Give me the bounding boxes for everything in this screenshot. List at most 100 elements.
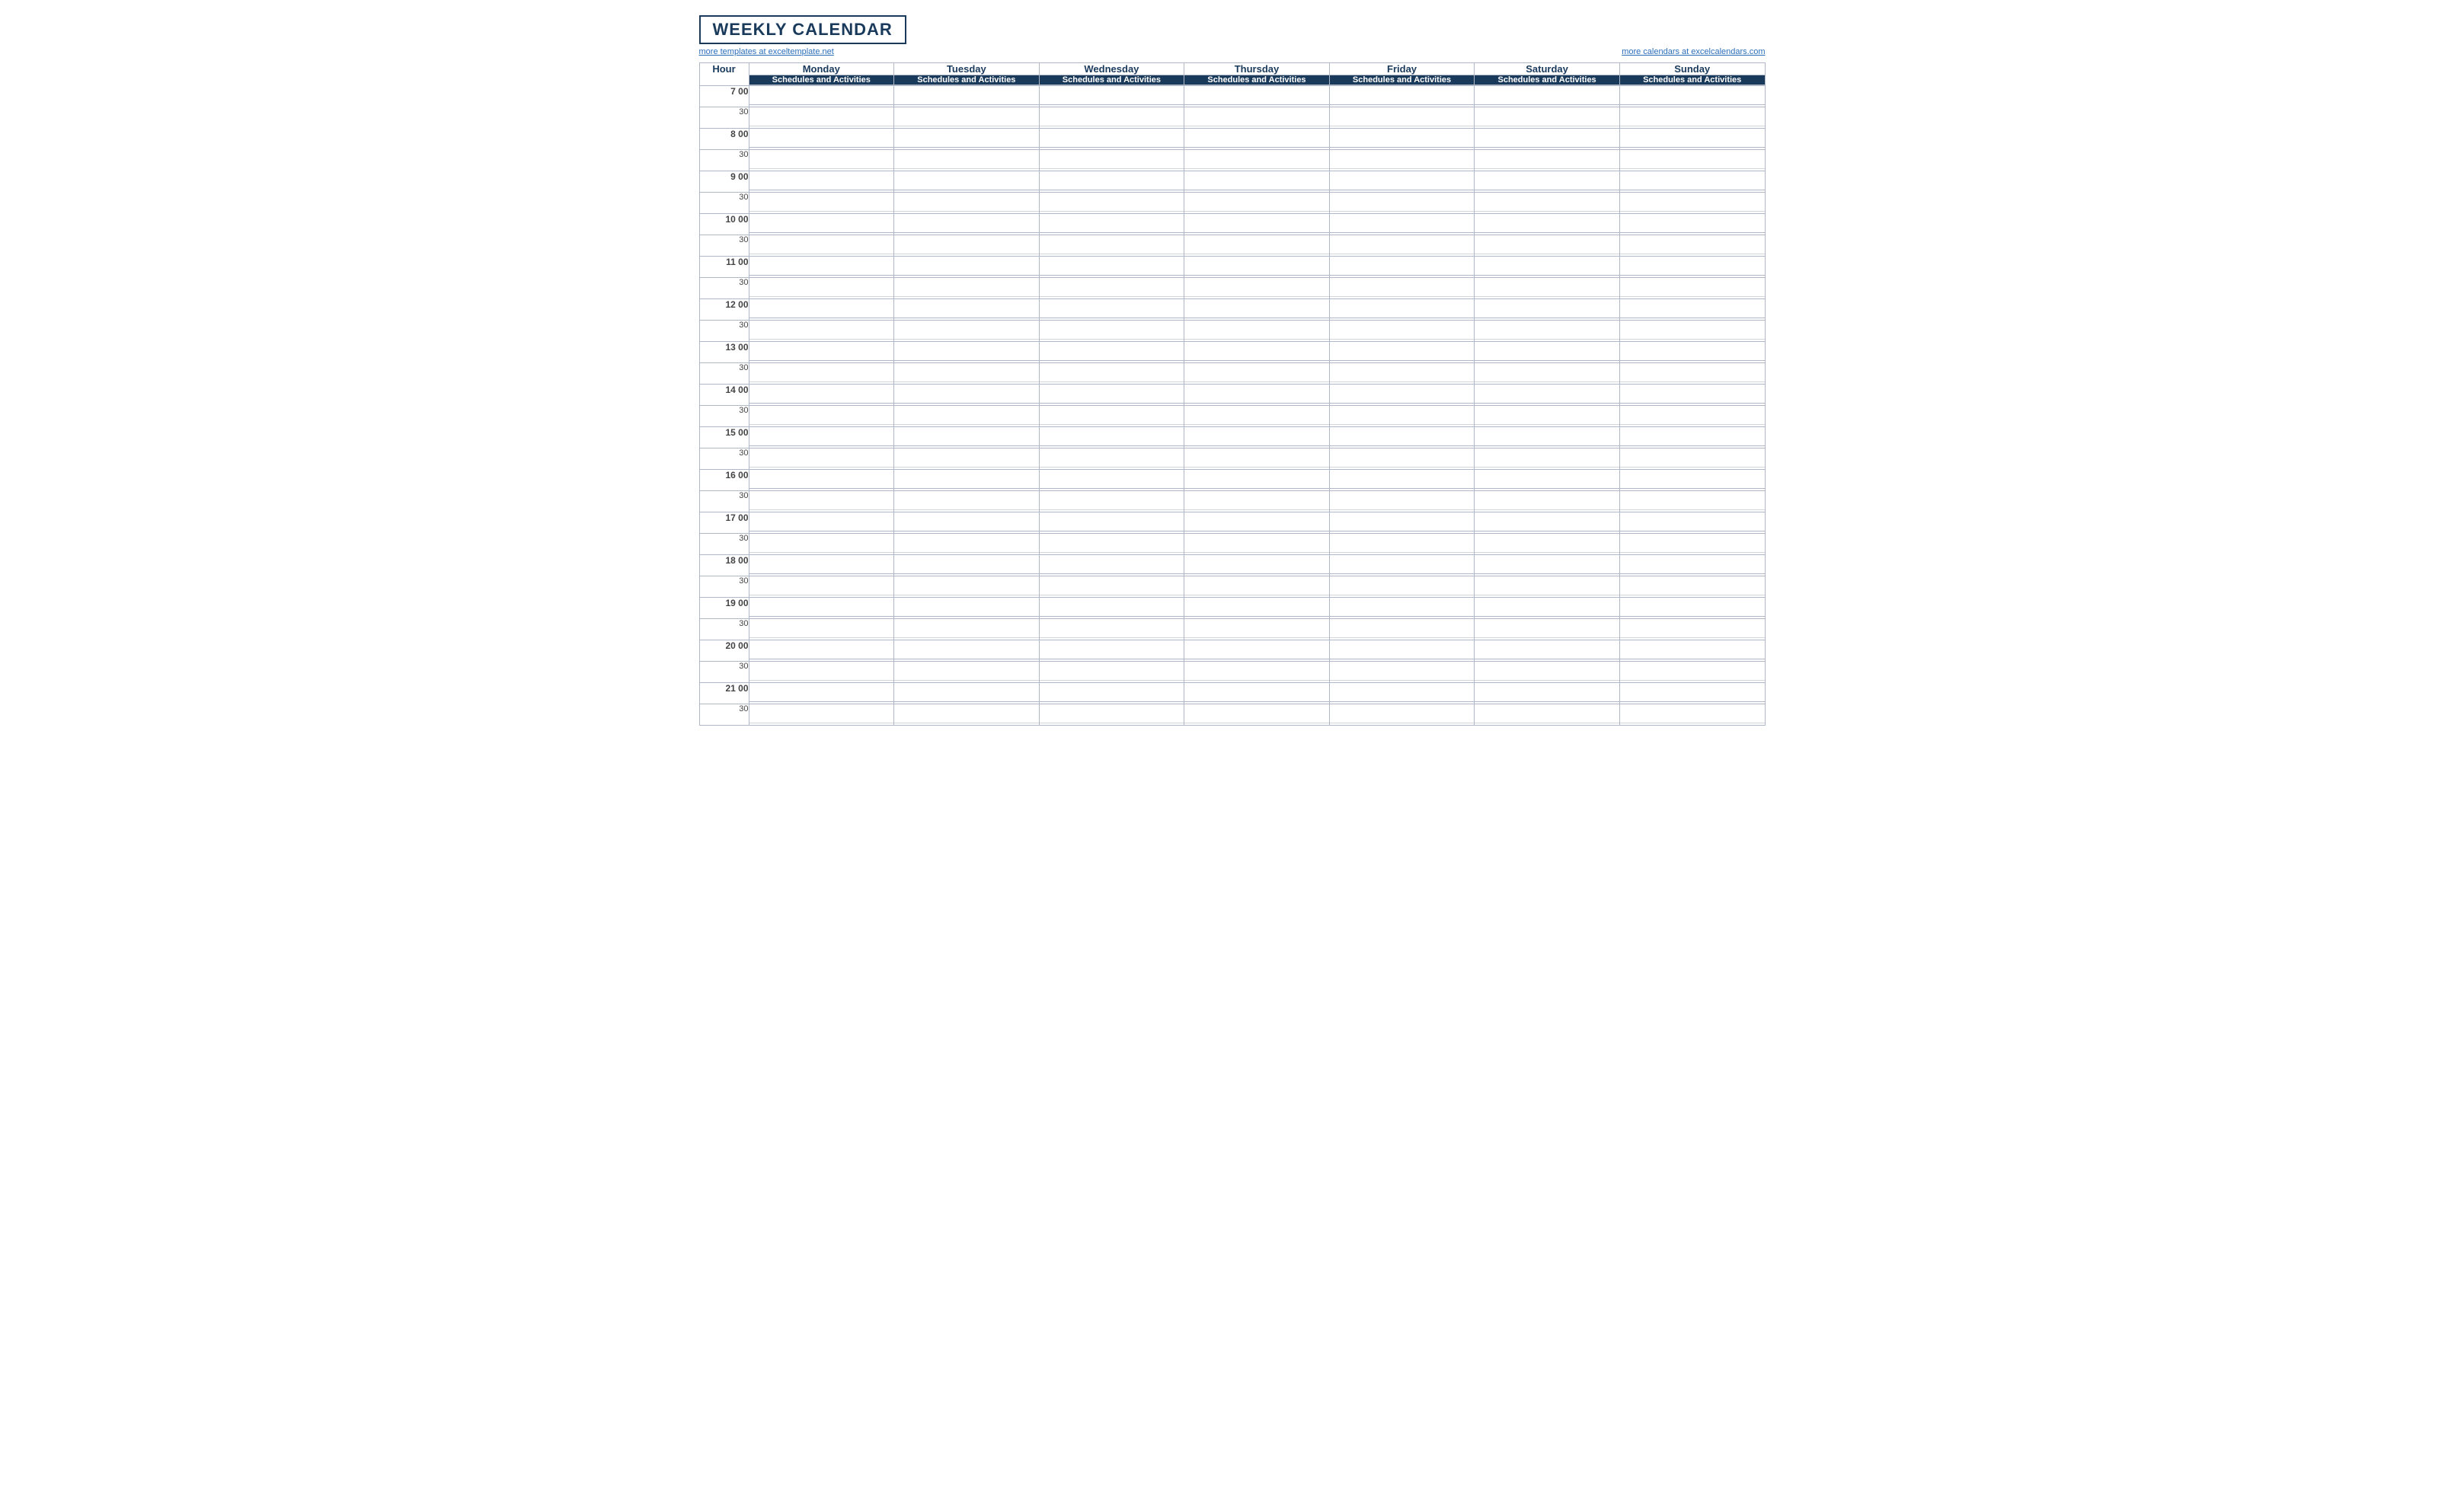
day-cell[interactable] [1619, 107, 1765, 128]
day-cell[interactable] [1329, 554, 1475, 576]
day-cell[interactable] [1475, 618, 1620, 640]
day-cell[interactable] [1039, 362, 1184, 384]
day-cell[interactable] [1329, 682, 1475, 704]
day-cell[interactable] [1619, 576, 1765, 597]
day-cell[interactable] [1039, 298, 1184, 320]
day-cell[interactable] [1619, 618, 1765, 640]
day-cell[interactable] [1329, 448, 1475, 469]
day-cell[interactable] [1619, 320, 1765, 341]
day-cell[interactable] [894, 640, 1040, 661]
day-cell[interactable] [1329, 149, 1475, 171]
day-cell[interactable] [1184, 533, 1330, 554]
day-cell[interactable] [1619, 426, 1765, 448]
day-cell[interactable] [1329, 85, 1475, 107]
day-cell[interactable] [1039, 597, 1184, 618]
day-cell[interactable] [1475, 533, 1620, 554]
day-cell[interactable] [1329, 597, 1475, 618]
day-cell[interactable] [1475, 298, 1620, 320]
day-cell[interactable] [749, 149, 894, 171]
day-cell[interactable] [749, 640, 894, 661]
day-cell[interactable] [1475, 512, 1620, 533]
day-cell[interactable] [894, 469, 1040, 490]
day-cell[interactable] [1475, 128, 1620, 149]
day-cell[interactable] [1475, 107, 1620, 128]
day-cell[interactable] [1619, 277, 1765, 298]
day-cell[interactable] [894, 320, 1040, 341]
day-cell[interactable] [1184, 597, 1330, 618]
day-cell[interactable] [1619, 490, 1765, 512]
day-cell[interactable] [1184, 426, 1330, 448]
day-cell[interactable] [1619, 128, 1765, 149]
day-cell[interactable] [1039, 320, 1184, 341]
day-cell[interactable] [749, 320, 894, 341]
day-cell[interactable] [894, 490, 1040, 512]
day-cell[interactable] [1475, 405, 1620, 426]
day-cell[interactable] [749, 448, 894, 469]
day-cell[interactable] [1329, 171, 1475, 192]
day-cell[interactable] [1184, 171, 1330, 192]
day-cell[interactable] [894, 256, 1040, 277]
day-cell[interactable] [894, 576, 1040, 597]
day-cell[interactable] [1039, 448, 1184, 469]
day-cell[interactable] [749, 298, 894, 320]
right-link[interactable]: more calendars at excelcalendars.com [1622, 47, 1765, 56]
day-cell[interactable] [894, 661, 1040, 682]
day-cell[interactable] [1329, 469, 1475, 490]
day-cell[interactable] [749, 171, 894, 192]
day-cell[interactable] [1184, 576, 1330, 597]
day-cell[interactable] [894, 213, 1040, 235]
day-cell[interactable] [1184, 682, 1330, 704]
day-cell[interactable] [1619, 171, 1765, 192]
day-cell[interactable] [1475, 85, 1620, 107]
day-cell[interactable] [1619, 85, 1765, 107]
day-cell[interactable] [1619, 256, 1765, 277]
day-cell[interactable] [1475, 640, 1620, 661]
day-cell[interactable] [749, 554, 894, 576]
day-cell[interactable] [1619, 405, 1765, 426]
day-cell[interactable] [1619, 661, 1765, 682]
day-cell[interactable] [1039, 704, 1184, 725]
day-cell[interactable] [1039, 107, 1184, 128]
day-cell[interactable] [894, 107, 1040, 128]
day-cell[interactable] [749, 490, 894, 512]
day-cell[interactable] [1184, 85, 1330, 107]
day-cell[interactable] [1039, 256, 1184, 277]
day-cell[interactable] [894, 235, 1040, 256]
day-cell[interactable] [1475, 597, 1620, 618]
day-cell[interactable] [894, 426, 1040, 448]
day-cell[interactable] [1184, 661, 1330, 682]
day-cell[interactable] [1475, 682, 1620, 704]
day-cell[interactable] [1329, 298, 1475, 320]
day-cell[interactable] [894, 512, 1040, 533]
day-cell[interactable] [894, 533, 1040, 554]
day-cell[interactable] [1039, 682, 1184, 704]
day-cell[interactable] [1329, 256, 1475, 277]
day-cell[interactable] [1619, 448, 1765, 469]
day-cell[interactable] [1184, 469, 1330, 490]
day-cell[interactable] [1039, 554, 1184, 576]
day-cell[interactable] [1475, 490, 1620, 512]
day-cell[interactable] [894, 618, 1040, 640]
day-cell[interactable] [749, 661, 894, 682]
day-cell[interactable] [1184, 640, 1330, 661]
day-cell[interactable] [1184, 704, 1330, 725]
day-cell[interactable] [1039, 384, 1184, 405]
day-cell[interactable] [1039, 533, 1184, 554]
day-cell[interactable] [1475, 554, 1620, 576]
day-cell[interactable] [1329, 277, 1475, 298]
day-cell[interactable] [749, 213, 894, 235]
day-cell[interactable] [1329, 213, 1475, 235]
day-cell[interactable] [749, 469, 894, 490]
day-cell[interactable] [1039, 128, 1184, 149]
day-cell[interactable] [1329, 192, 1475, 213]
day-cell[interactable] [894, 277, 1040, 298]
day-cell[interactable] [894, 192, 1040, 213]
day-cell[interactable] [749, 384, 894, 405]
day-cell[interactable] [1619, 469, 1765, 490]
day-cell[interactable] [1329, 362, 1475, 384]
day-cell[interactable] [749, 533, 894, 554]
day-cell[interactable] [1475, 192, 1620, 213]
day-cell[interactable] [894, 384, 1040, 405]
day-cell[interactable] [1475, 362, 1620, 384]
day-cell[interactable] [894, 405, 1040, 426]
